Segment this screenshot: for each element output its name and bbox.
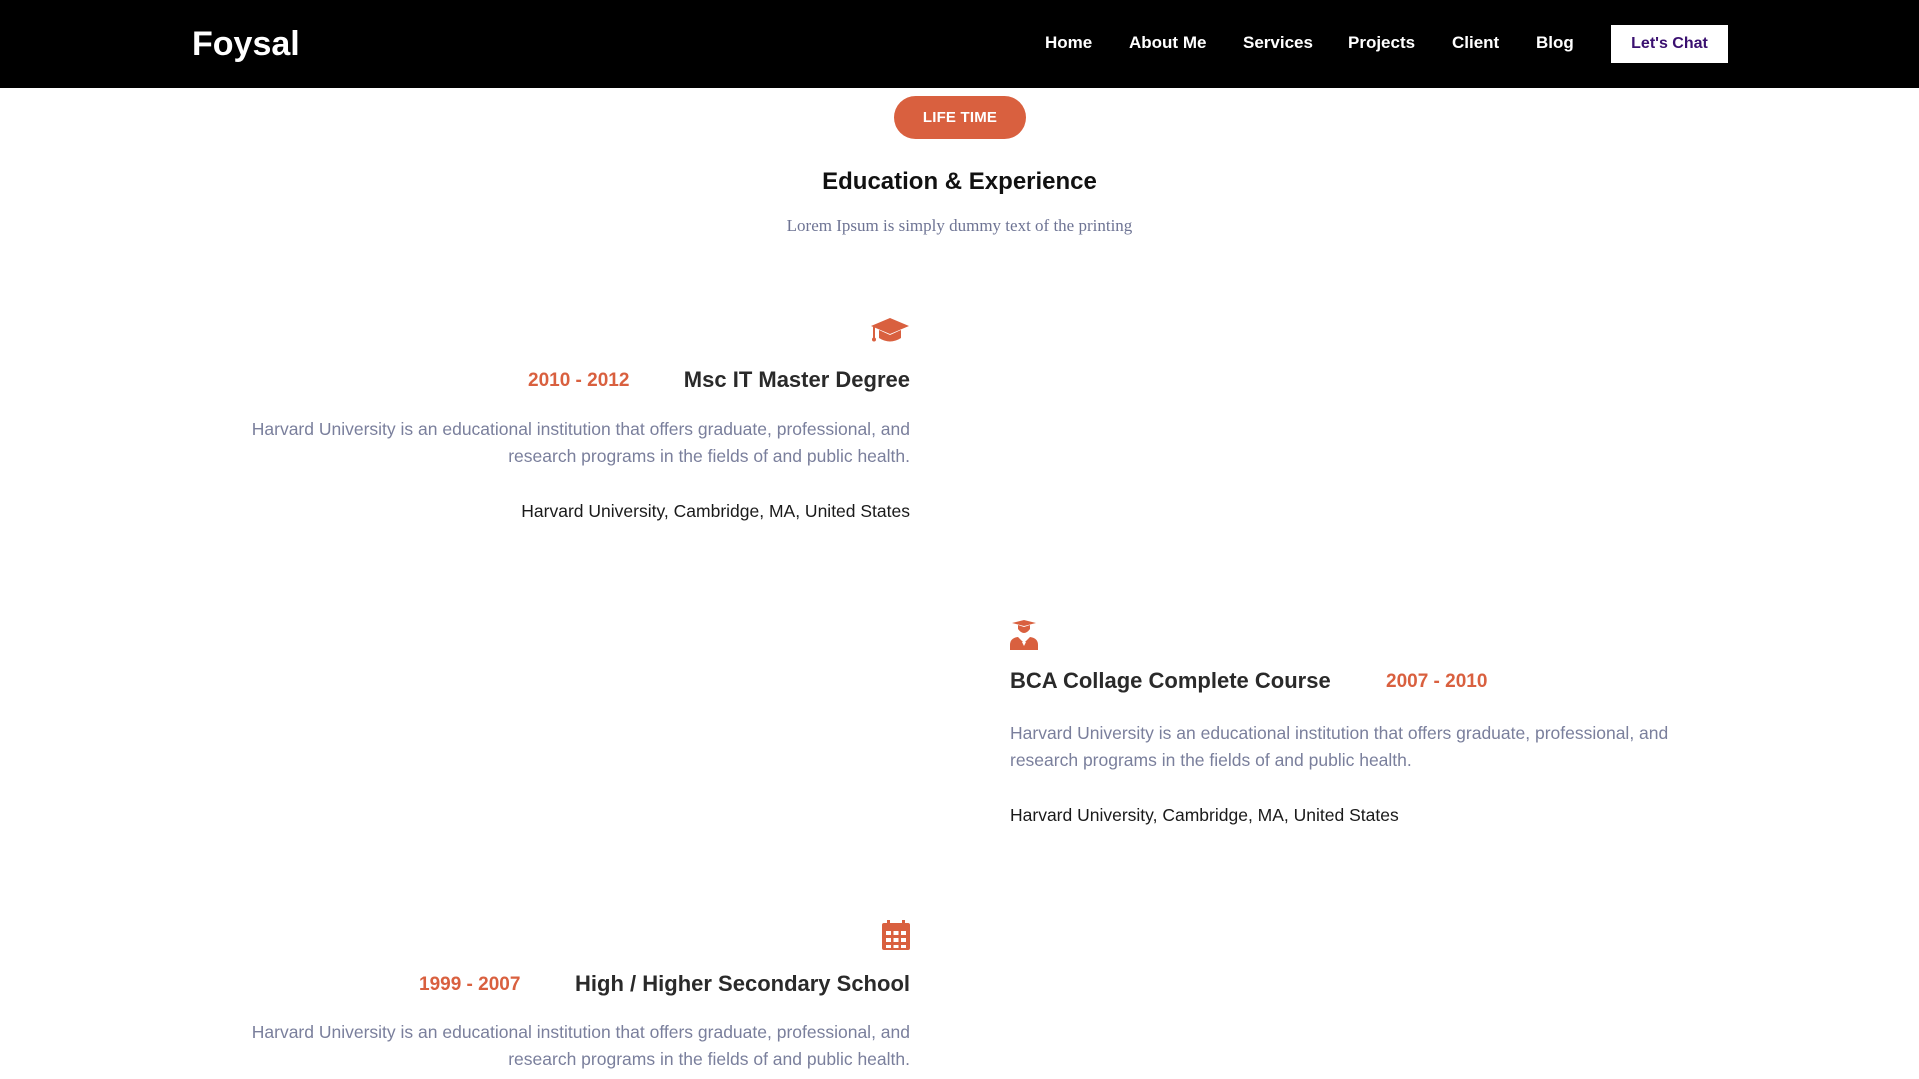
timeline-description: Harvard University is an educational ins… — [1010, 723, 1669, 770]
site-header: Foysal Home About Me Services Projects C… — [0, 0, 1919, 88]
timeline-years: 2007 - 2010 — [1386, 671, 1488, 692]
nav-blog[interactable]: Blog — [1536, 31, 1574, 55]
timeline-location: Harvard University, Cambridge, MA, Unite… — [1010, 805, 1399, 825]
nav-projects[interactable]: Projects — [1348, 31, 1415, 55]
timeline-item: 1999 - 2007 High / Higher Secondary Scho… — [250, 918, 910, 1079]
calendar-icon — [882, 920, 910, 950]
user-graduate-icon — [1010, 620, 1038, 650]
timeline-description: Harvard University is an educational ins… — [251, 1022, 910, 1069]
timeline-title: High / Higher Secondary School — [575, 971, 910, 996]
graduation-cap-icon — [870, 314, 910, 346]
section-subtitle: Lorem Ipsum is simply dummy text of the … — [786, 216, 1133, 235]
section-title: Education & Experience — [822, 168, 1097, 195]
nav-client[interactable]: Client — [1452, 31, 1499, 55]
timeline-years: 2010 - 2012 — [528, 370, 630, 391]
timeline-location: Harvard University, Cambridge, MA, Unite… — [521, 501, 910, 521]
nav-about-me[interactable]: About Me — [1129, 31, 1206, 55]
site-logo[interactable]: Foysal — [192, 24, 300, 64]
timeline-title: BCA Collage Complete Course — [1010, 668, 1331, 693]
nav-home[interactable]: Home — [1045, 31, 1092, 55]
lets-chat-button[interactable]: Let's Chat — [1611, 25, 1728, 63]
timeline-title: Msc IT Master Degree — [683, 367, 910, 392]
timeline-description: Harvard University is an educational ins… — [251, 419, 910, 466]
timeline-item: BCA Collage Complete Course 2007 - 2010 … — [1010, 618, 1670, 828]
timeline-item: 2010 - 2012 Msc IT Master Degree Harvard… — [250, 314, 910, 524]
section-badge: LIFE TIME — [894, 96, 1026, 139]
timeline-years: 1999 - 2007 — [419, 974, 521, 995]
nav-services[interactable]: Services — [1243, 31, 1313, 55]
